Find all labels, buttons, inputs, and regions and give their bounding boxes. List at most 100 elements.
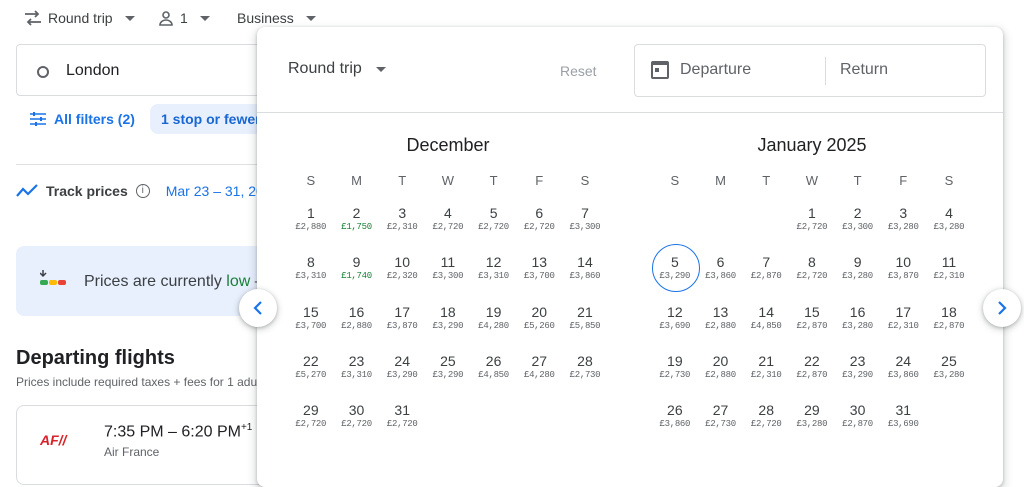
calendar-day[interactable]: 28 £2,730 xyxy=(562,343,608,392)
calendar-day[interactable]: 5 £2,720 xyxy=(471,195,517,244)
calendar-day[interactable]: 17 £2,310 xyxy=(880,294,926,343)
next-month-button[interactable] xyxy=(983,289,1021,327)
calendar-day[interactable]: 21 £2,310 xyxy=(743,343,789,392)
calendar-day[interactable]: 12 £3,690 xyxy=(652,294,698,343)
weekday-header: SMTWTFS xyxy=(652,173,972,188)
day-number: 8 xyxy=(306,254,315,271)
calendar-day[interactable]: 6 £3,860 xyxy=(698,244,744,293)
calendar-day[interactable]: 24 £3,290 xyxy=(379,343,425,392)
calendar-day[interactable]: 17 £3,870 xyxy=(379,294,425,343)
calendar-day[interactable]: 23 £3,310 xyxy=(334,343,380,392)
calendar-day[interactable]: 22 £5,270 xyxy=(288,343,334,392)
calendar-day[interactable]: 10 £2,320 xyxy=(379,244,425,293)
calendar-day[interactable]: 31 £3,690 xyxy=(880,392,926,441)
calendar-day[interactable]: 8 £3,310 xyxy=(288,244,334,293)
calendar-day[interactable]: 24 £3,860 xyxy=(880,343,926,392)
trip-type-dropdown[interactable]: Round trip xyxy=(24,10,135,26)
calendar-day[interactable]: 28 £2,720 xyxy=(743,392,789,441)
stops-filter-chip[interactable]: 1 stop or fewer xyxy=(150,104,270,134)
day-number: 27 xyxy=(531,352,548,369)
day-number: 17 xyxy=(394,303,410,320)
calendar-day[interactable]: 15 £2,870 xyxy=(789,294,835,343)
day-price: £2,720 xyxy=(295,419,327,430)
info-icon[interactable]: i xyxy=(135,184,150,198)
calendar-day[interactable]: 30 £2,870 xyxy=(835,392,881,441)
day-price: £3,300 xyxy=(842,222,873,232)
calendar-day[interactable]: 27 £2,730 xyxy=(698,392,744,441)
calendar-day[interactable]: 7 £2,870 xyxy=(743,244,789,293)
calendar-day[interactable]: 25 £3,290 xyxy=(425,343,471,392)
calendar-day[interactable]: 16 £3,280 xyxy=(835,294,881,343)
calendar-day[interactable]: 29 £3,280 xyxy=(789,392,835,441)
calendar-day[interactable]: 8 £2,720 xyxy=(789,244,835,293)
calendar-day[interactable]: 7 £3,300 xyxy=(562,195,608,244)
weekday-header: SMTWTFS xyxy=(288,173,608,188)
reset-button[interactable]: Reset xyxy=(560,63,597,79)
all-filters-button[interactable]: All filters (2) xyxy=(30,111,135,127)
calendar-day[interactable]: 21 £5,850 xyxy=(562,294,608,343)
calendar-day[interactable]: 13 £2,880 xyxy=(698,294,744,343)
calendar-day[interactable]: 27 £4,280 xyxy=(516,343,562,392)
calendar-day[interactable]: 20 £5,260 xyxy=(516,294,562,343)
calendar-day[interactable]: 26 £3,860 xyxy=(652,392,698,441)
cabin-class-dropdown[interactable]: Business xyxy=(237,10,316,26)
return-field[interactable]: Return xyxy=(840,61,888,79)
calendar-day[interactable]: 12 £3,310 xyxy=(471,244,517,293)
day-number: 13 xyxy=(712,303,729,320)
calendar-day[interactable]: 4 £3,280 xyxy=(926,195,972,244)
calendar-day[interactable]: 2 £1,750 xyxy=(334,195,380,244)
popup-trip-type-dropdown[interactable]: Round trip xyxy=(288,60,386,78)
calendar-day[interactable]: 15 £3,700 xyxy=(288,294,334,343)
calendar-day[interactable]: 1 £2,720 xyxy=(789,195,835,244)
day-number: 1 xyxy=(306,205,315,221)
day-price: £3,310 xyxy=(478,271,509,282)
calendar-day[interactable]: 18 £3,290 xyxy=(425,294,471,343)
calendar-day[interactable]: 26 £4,850 xyxy=(471,343,517,392)
calendar-day[interactable]: 3 £3,280 xyxy=(880,195,926,244)
calendar-day[interactable]: 23 £3,290 xyxy=(835,343,881,392)
calendar-day[interactable]: 10 £3,870 xyxy=(880,244,926,293)
calendar-day[interactable]: 19 £4,280 xyxy=(471,294,517,343)
calendar-day[interactable]: 14 £3,860 xyxy=(562,244,608,293)
calendar-day[interactable]: 5 £3,290 xyxy=(652,244,700,293)
flight-result-card[interactable]: AF// 7:35 PM – 6:20 PM+1 Air France xyxy=(16,405,276,485)
divider xyxy=(825,57,826,85)
departure-field[interactable]: Departure xyxy=(680,61,751,79)
calendar-day[interactable]: 9 £1,740 xyxy=(334,244,380,293)
previous-month-button[interactable] xyxy=(239,289,277,327)
calendar-day[interactable]: 4 £2,720 xyxy=(425,195,471,244)
calendar-day[interactable]: 14 £4,850 xyxy=(743,294,789,343)
calendar-day[interactable]: 1 £2,880 xyxy=(288,195,334,244)
calendar-day[interactable]: 29 £2,720 xyxy=(288,392,334,441)
calendar-day[interactable]: 11 £3,300 xyxy=(425,244,471,293)
chevron-down-icon xyxy=(199,15,210,21)
calendar-day[interactable]: 19 £2,730 xyxy=(652,343,698,392)
calendar-day[interactable]: 13 £3,700 xyxy=(516,244,562,293)
day-number: 27 xyxy=(712,402,729,419)
calendar-day[interactable]: 20 £2,880 xyxy=(698,343,744,392)
day-number: 23 xyxy=(348,352,365,369)
day-number: 3 xyxy=(899,205,908,221)
calendar-day[interactable]: 31 £2,720 xyxy=(379,392,425,441)
calendar-day[interactable]: 6 £2,720 xyxy=(516,195,562,244)
passengers-dropdown[interactable]: 1 xyxy=(158,10,210,26)
calendar-day[interactable]: 22 £2,870 xyxy=(789,343,835,392)
calendar-day[interactable]: 18 £2,870 xyxy=(926,294,972,343)
calendar-day[interactable]: 11 £2,310 xyxy=(926,244,972,293)
day-price: £2,310 xyxy=(887,320,919,331)
origin-field[interactable]: London xyxy=(16,44,276,96)
calendar-day[interactable]: 2 £3,300 xyxy=(835,195,881,244)
insight-level: low xyxy=(226,273,251,290)
calendar-day[interactable]: 30 £2,720 xyxy=(334,392,380,441)
calendar-day[interactable]: 9 £3,280 xyxy=(835,244,881,293)
day-price: £3,870 xyxy=(386,320,418,331)
day-price: £2,720 xyxy=(386,419,418,430)
track-prices-dates[interactable]: Mar 23 – 31, 202 xyxy=(166,183,272,199)
departing-flights-title: Departing flights xyxy=(16,347,175,369)
flight-times: 7:35 PM – 6:20 PM+1 xyxy=(104,422,252,441)
calendar-day[interactable]: 16 £2,880 xyxy=(334,294,380,343)
swap-arrows-icon xyxy=(25,10,41,26)
calendar-day[interactable]: 25 £3,280 xyxy=(926,343,972,392)
departing-flights-subtitle: Prices include required taxes + fees for… xyxy=(16,375,260,389)
calendar-day[interactable]: 3 £2,310 xyxy=(379,195,425,244)
